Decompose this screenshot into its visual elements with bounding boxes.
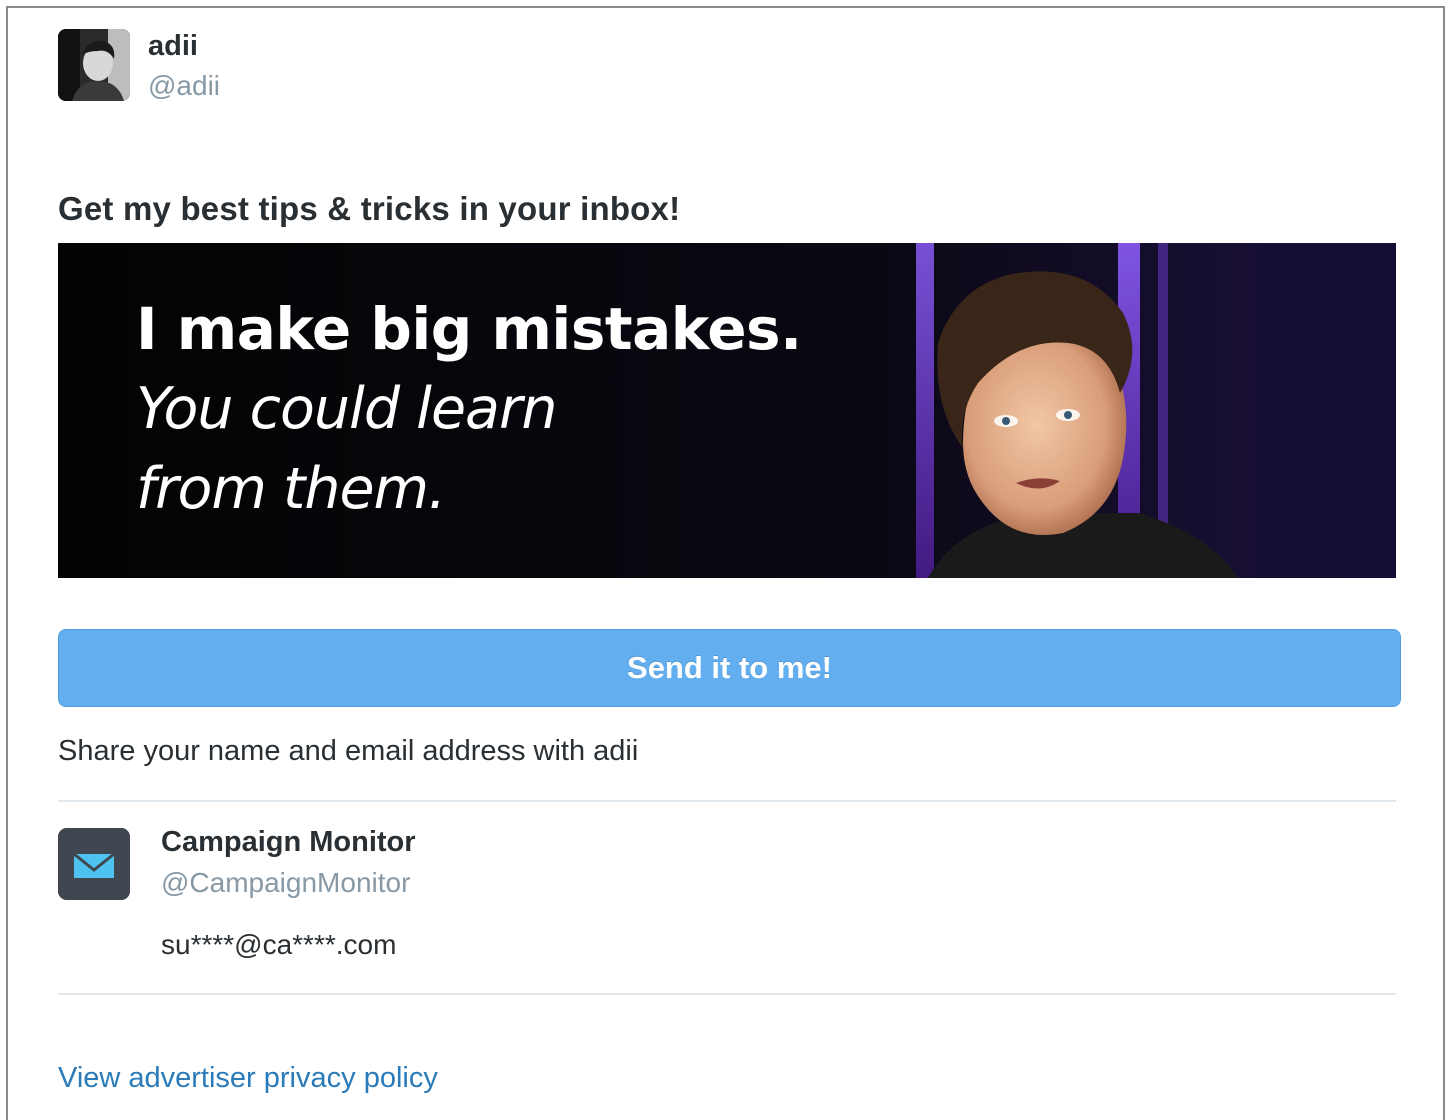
lead-generation-card: adii @adii Get my best tips & tricks in … <box>6 6 1445 1120</box>
banner-text-line-2: You could learn <box>136 376 558 442</box>
promo-banner-image: I make big mistakes. You could learn fro… <box>58 243 1396 578</box>
user-avatar[interactable] <box>58 29 130 101</box>
advertiser-handle[interactable]: @CampaignMonitor <box>161 867 410 899</box>
share-disclosure-text: Share your name and email address with a… <box>58 735 639 767</box>
banner-text-line-3: from them. <box>136 456 446 522</box>
avatar-photo-icon <box>58 29 130 101</box>
divider <box>58 993 1396 995</box>
card-headline: Get my best tips & tricks in your inbox! <box>58 190 681 227</box>
send-it-to-me-button[interactable]: Send it to me! <box>58 629 1401 707</box>
divider <box>58 800 1396 802</box>
envelope-icon <box>58 828 130 900</box>
banner-text-line-1: I make big mistakes. <box>136 295 802 363</box>
advertiser-logo[interactable] <box>58 828 130 900</box>
masked-email-address: su****@ca****.com <box>161 929 397 960</box>
user-name[interactable]: adii <box>148 30 198 63</box>
advertiser-name[interactable]: Campaign Monitor <box>161 826 416 859</box>
advertiser-privacy-policy-link[interactable]: View advertiser privacy policy <box>58 1062 438 1095</box>
user-handle[interactable]: @adii <box>148 70 220 102</box>
